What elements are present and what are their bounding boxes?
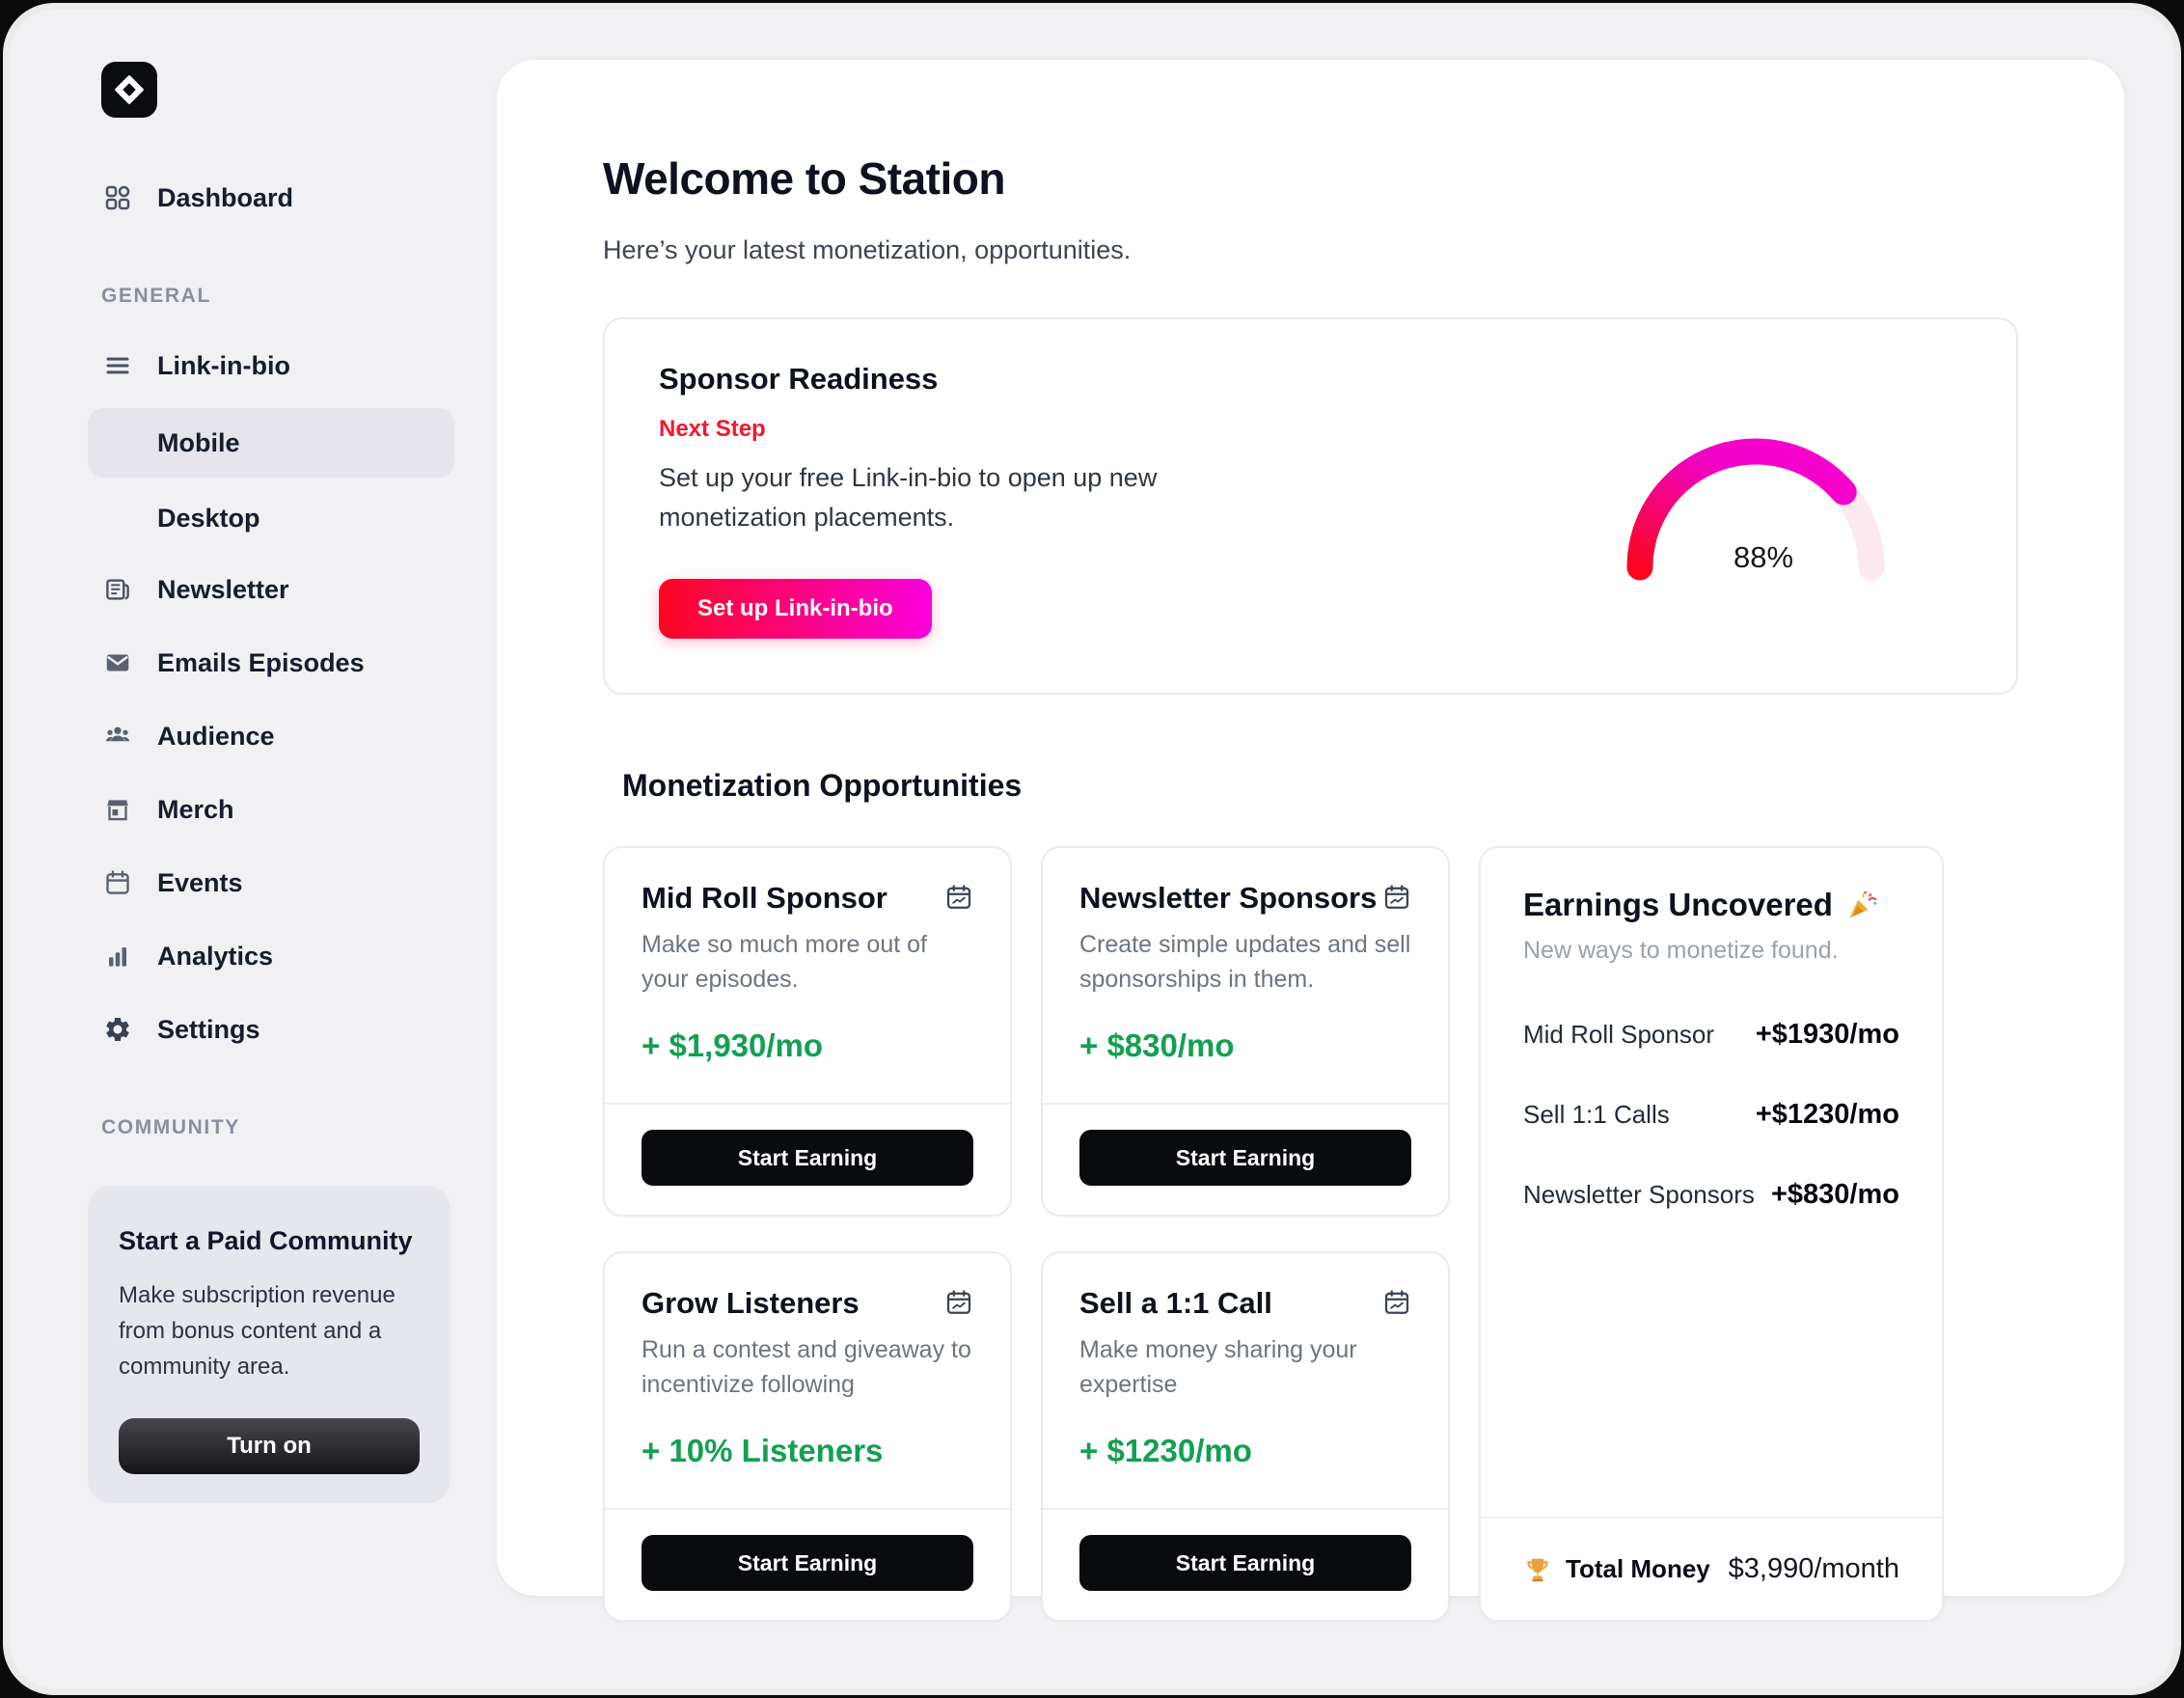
sidebar-item-desktop[interactable]: Desktop [101, 483, 454, 553]
sidebar-item-newsletter[interactable]: Newsletter [101, 553, 454, 626]
sidebar-item-analytics[interactable]: Analytics [101, 919, 454, 993]
page-subtitle: Here’s your latest monetization, opportu… [603, 235, 2018, 265]
earnings-row: Sell 1:1 Calls +$1230/mo [1523, 1099, 1899, 1131]
sponsor-readiness-description: Set up your free Link-in-bio to open up … [659, 458, 1238, 536]
start-earning-button[interactable]: Start Earning [1079, 1535, 1411, 1591]
opportunity-card-sell-call: Sell a 1:1 Call Make money sharing your … [1041, 1251, 1450, 1622]
app-frame: Dashboard GENERAL Link-in-bio Mobile Des… [10, 10, 2174, 1688]
sidebar-item-label: Audience [157, 722, 275, 752]
sidebar-item-settings[interactable]: Settings [101, 993, 454, 1066]
start-earning-button[interactable]: Start Earning [1079, 1130, 1411, 1186]
card-title: Newsletter Sponsors [1079, 881, 1377, 916]
opportunities-grid: Mid Roll Sponsor Make so much more out o… [603, 846, 2018, 1622]
calendar-chart-icon [944, 1288, 973, 1317]
gauge-percent-label: 88% [1734, 540, 1793, 574]
card-title: Mid Roll Sponsor [642, 881, 887, 916]
readiness-gauge: 88% [1611, 415, 1900, 587]
newspaper-icon [101, 573, 134, 606]
earnings-row-label: Sell 1:1 Calls [1523, 1100, 1670, 1130]
card-description: Create simple updates and sell sponsorsh… [1079, 928, 1411, 997]
earnings-row-value: +$1230/mo [1756, 1099, 1899, 1131]
station-logo [101, 62, 157, 118]
people-icon [101, 720, 134, 753]
envelope-icon [101, 646, 134, 679]
sidebar-item-label: Dashboard [157, 183, 293, 213]
earnings-uncovered-panel: Earnings Uncovered New ways to monetize … [1479, 846, 1944, 1622]
start-earning-button[interactable]: Start Earning [642, 1130, 973, 1186]
sidebar-item-events[interactable]: Events [101, 846, 454, 919]
sidebar-item-label: Events [157, 868, 243, 898]
community-card: Start a Paid Community Make subscription… [88, 1186, 450, 1503]
start-earning-button[interactable]: Start Earning [642, 1535, 973, 1591]
bar-chart-icon [101, 940, 134, 972]
opportunity-card-grow-listeners: Grow Listeners Run a contest and giveawa… [603, 1251, 1012, 1622]
card-description: Make money sharing your expertise [1079, 1333, 1411, 1402]
earnings-row-value: +$830/mo [1771, 1179, 1899, 1211]
card-value: + 10% Listeners [642, 1433, 973, 1469]
total-money-label: Total Money [1566, 1554, 1710, 1584]
card-title: Sell a 1:1 Call [1079, 1286, 1272, 1321]
community-card-title: Start a Paid Community [119, 1226, 420, 1256]
calendar-chart-icon [944, 883, 973, 912]
earnings-row: Mid Roll Sponsor +$1930/mo [1523, 1019, 1899, 1051]
total-money-value: $3,990/month [1729, 1553, 1899, 1585]
card-value: + $1230/mo [1079, 1433, 1411, 1469]
setup-link-in-bio-button[interactable]: Set up Link-in-bio [659, 579, 932, 639]
total-money-row: Total Money $3,990/month [1481, 1517, 1942, 1620]
sidebar-item-mobile[interactable]: Mobile [88, 408, 454, 478]
earnings-row-label: Newsletter Sponsors [1523, 1180, 1755, 1210]
opportunity-card-mid-roll: Mid Roll Sponsor Make so much more out o… [603, 846, 1012, 1217]
main-area: Welcome to Station Here’s your latest mo… [497, 10, 2174, 1688]
sidebar-item-label: Merch [157, 795, 234, 825]
sidebar-item-label: Newsletter [157, 575, 289, 605]
card-title: Grow Listeners [642, 1286, 860, 1321]
sidebar-item-label: Link-in-bio [157, 351, 290, 381]
diamond-logo-icon [112, 72, 147, 107]
card-value: + $1,930/mo [642, 1027, 973, 1064]
sponsor-readiness-card: Sponsor Readiness Next Step Set up your … [603, 317, 2018, 695]
earnings-subtitle: New ways to monetize found. [1523, 937, 1899, 965]
trophy-icon [1523, 1555, 1552, 1584]
card-value: + $830/mo [1079, 1027, 1411, 1064]
sidebar-item-label: Desktop [157, 504, 260, 534]
gear-icon [101, 1013, 134, 1046]
sponsor-readiness-title: Sponsor Readiness [659, 362, 1238, 397]
opportunity-card-newsletter-sponsors: Newsletter Sponsors Create simple update… [1041, 846, 1450, 1217]
calendar-chart-icon [1382, 883, 1411, 912]
sidebar-section-community: COMMUNITY [101, 1116, 454, 1139]
earnings-row-label: Mid Roll Sponsor [1523, 1020, 1714, 1050]
menu-lines-icon [101, 349, 134, 382]
sidebar-item-link-in-bio[interactable]: Link-in-bio [101, 329, 454, 402]
party-popper-icon [1846, 889, 1879, 921]
earnings-row: Newsletter Sponsors +$830/mo [1523, 1179, 1899, 1211]
main-panel: Welcome to Station Here’s your latest mo… [497, 60, 2124, 1596]
community-card-description: Make subscription revenue from bonus con… [119, 1277, 420, 1385]
sidebar-item-label: Emails Episodes [157, 648, 365, 678]
calendar-chart-icon [1382, 1288, 1411, 1317]
earnings-row-value: +$1930/mo [1756, 1019, 1899, 1051]
sidebar-item-audience[interactable]: Audience [101, 699, 454, 773]
earnings-title: Earnings Uncovered [1523, 887, 1833, 923]
sidebar: Dashboard GENERAL Link-in-bio Mobile Des… [10, 10, 497, 1688]
next-step-label: Next Step [659, 416, 1238, 443]
card-description: Run a contest and giveaway to incentiviz… [642, 1333, 973, 1402]
sidebar-section-general: GENERAL [101, 285, 454, 308]
sidebar-item-label: Analytics [157, 942, 273, 972]
sidebar-item-label: Mobile [157, 428, 240, 458]
sidebar-item-dashboard[interactable]: Dashboard [101, 161, 454, 234]
dashboard-grid-icon [101, 181, 134, 214]
storefront-icon [101, 793, 134, 826]
sidebar-item-label: Settings [157, 1015, 260, 1045]
calendar-icon [101, 866, 134, 899]
turn-on-button[interactable]: Turn on [119, 1418, 420, 1474]
page-title: Welcome to Station [603, 152, 2018, 205]
sidebar-nav: Dashboard GENERAL Link-in-bio Mobile Des… [101, 161, 454, 1503]
section-title: Monetization Opportunities [622, 768, 2018, 804]
sidebar-item-merch[interactable]: Merch [101, 773, 454, 846]
card-description: Make so much more out of your episodes. [642, 928, 973, 997]
sidebar-item-emails-episodes[interactable]: Emails Episodes [101, 626, 454, 699]
